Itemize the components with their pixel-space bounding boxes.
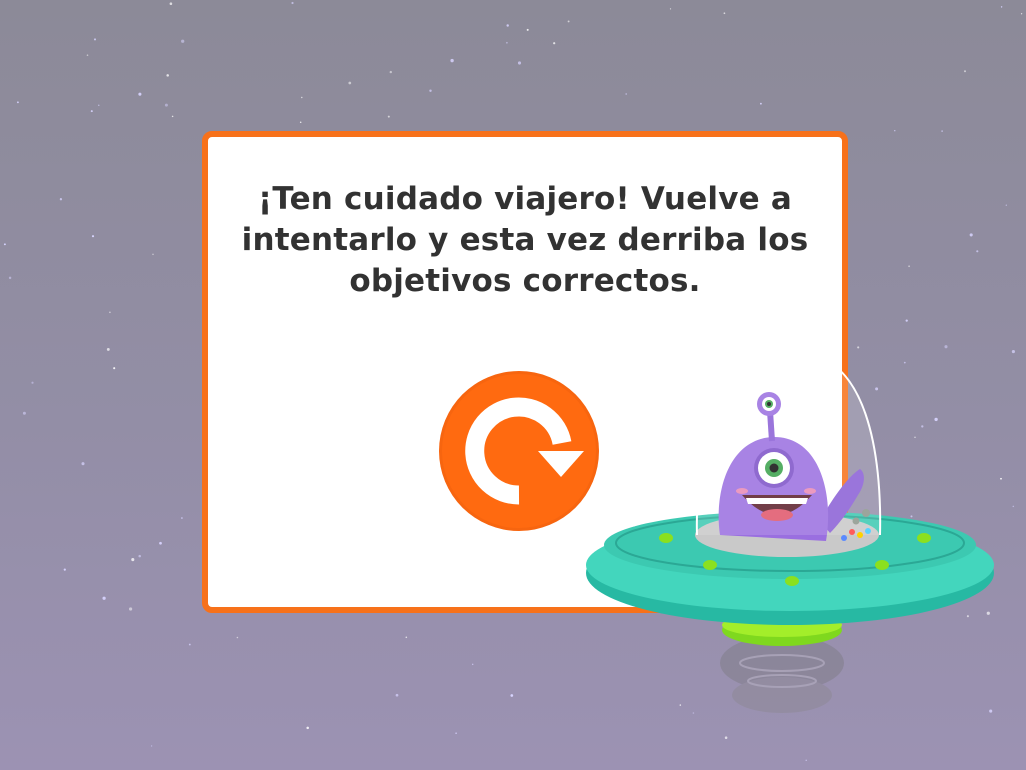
star bbox=[166, 74, 169, 77]
star bbox=[159, 541, 162, 545]
star bbox=[86, 54, 89, 56]
star bbox=[941, 130, 943, 132]
star bbox=[181, 39, 185, 43]
star bbox=[8, 276, 12, 280]
star bbox=[301, 96, 303, 99]
star bbox=[180, 517, 183, 519]
star bbox=[131, 558, 135, 562]
star bbox=[306, 726, 309, 730]
star bbox=[405, 636, 408, 639]
star bbox=[395, 693, 399, 697]
star bbox=[471, 663, 474, 666]
star bbox=[106, 347, 110, 351]
star bbox=[389, 70, 392, 74]
star bbox=[894, 130, 896, 132]
star bbox=[1011, 350, 1015, 354]
star bbox=[969, 233, 973, 237]
star bbox=[236, 636, 239, 639]
star bbox=[164, 103, 168, 107]
star bbox=[625, 93, 628, 95]
retry-arrow-icon bbox=[439, 371, 599, 531]
retry-button[interactable] bbox=[437, 369, 601, 533]
star bbox=[102, 596, 106, 600]
star bbox=[1000, 6, 1003, 8]
star bbox=[724, 736, 728, 739]
star bbox=[1012, 505, 1015, 508]
star bbox=[553, 42, 556, 45]
star bbox=[505, 41, 508, 44]
star bbox=[976, 250, 979, 253]
star bbox=[450, 58, 454, 63]
star bbox=[964, 70, 966, 73]
star bbox=[90, 110, 93, 113]
star bbox=[31, 381, 34, 384]
star bbox=[81, 462, 85, 466]
star bbox=[760, 102, 762, 105]
star bbox=[98, 104, 100, 106]
star bbox=[59, 198, 63, 201]
star bbox=[91, 235, 95, 238]
dialog-message: ¡Ten cuidado viajero! Vuelve a intentarl… bbox=[241, 181, 809, 299]
star bbox=[291, 1, 294, 5]
star bbox=[526, 28, 529, 31]
star bbox=[16, 101, 19, 104]
star bbox=[109, 311, 111, 314]
star bbox=[129, 607, 133, 611]
star bbox=[93, 38, 97, 41]
star bbox=[1005, 204, 1007, 206]
star bbox=[455, 732, 457, 735]
star bbox=[138, 554, 141, 558]
star bbox=[169, 2, 173, 5]
star bbox=[188, 643, 191, 646]
star bbox=[429, 89, 432, 93]
star bbox=[805, 759, 807, 762]
star bbox=[171, 115, 174, 118]
star bbox=[1020, 13, 1023, 15]
alien-ufo-illustration bbox=[582, 345, 1002, 725]
star bbox=[22, 411, 26, 415]
star bbox=[567, 20, 570, 23]
star bbox=[669, 8, 672, 10]
star bbox=[387, 115, 390, 118]
star bbox=[3, 243, 6, 246]
star bbox=[113, 367, 116, 370]
star bbox=[905, 319, 908, 322]
star bbox=[138, 92, 142, 96]
star bbox=[63, 568, 66, 571]
star bbox=[908, 265, 910, 268]
star bbox=[517, 61, 522, 65]
star bbox=[299, 121, 302, 123]
star bbox=[506, 24, 509, 27]
star bbox=[723, 12, 726, 15]
star bbox=[150, 745, 153, 747]
star bbox=[348, 81, 352, 85]
glass-dome bbox=[695, 351, 882, 536]
ufo-shadow bbox=[720, 635, 844, 713]
star bbox=[152, 253, 154, 256]
star bbox=[510, 694, 514, 697]
